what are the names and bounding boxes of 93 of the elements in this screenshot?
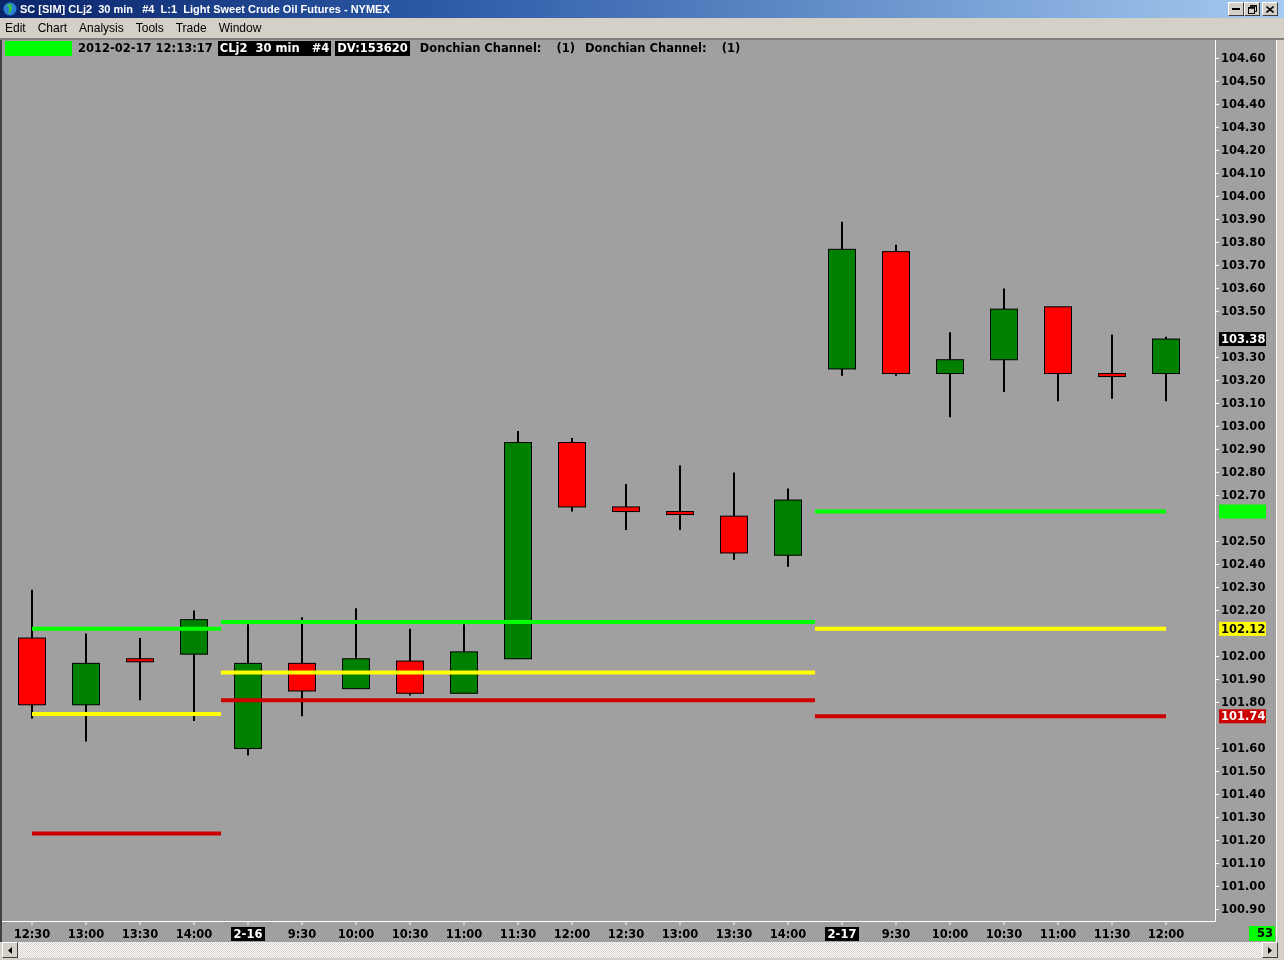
- date-axis-label: 2-17: [825, 927, 859, 941]
- price-axis-label: 104.10: [1221, 166, 1266, 181]
- menu-item[interactable]: Trade: [170, 19, 212, 37]
- timestamp: 2012-02-17 12:13:17: [78, 40, 213, 56]
- time-axis-label: 12:30: [607, 927, 645, 941]
- time-axis-label: 11:00: [1039, 927, 1077, 941]
- right-arrow-icon: [1268, 946, 1272, 954]
- price-axis-label: 104.40: [1221, 97, 1266, 112]
- price-axis-label: 101.10: [1221, 856, 1266, 871]
- minimize-button[interactable]: [1228, 2, 1244, 16]
- time-axis-label: 10:00: [337, 927, 375, 941]
- time-axis-label: 10:30: [985, 927, 1023, 941]
- price-axis-label: 102.70: [1221, 488, 1266, 503]
- time-axis-label: 12:00: [1147, 927, 1185, 941]
- price-axis-label: 102.40: [1221, 557, 1266, 572]
- price-axis-label: 101.60: [1221, 741, 1266, 756]
- up-candle: [1152, 335, 1180, 403]
- time-axis-label: 10:30: [391, 927, 429, 941]
- time-axis-label: 13:30: [121, 927, 159, 941]
- restore-icon: [1247, 4, 1257, 14]
- scroll-left-button[interactable]: [2, 942, 18, 958]
- down-candle: [126, 637, 154, 702]
- minimize-icon: [1232, 8, 1240, 10]
- time-axis-label: 13:30: [715, 927, 753, 941]
- price-axis-label: 104.60: [1221, 51, 1266, 66]
- close-icon: [1266, 5, 1274, 13]
- price-axis-label: 103.80: [1221, 235, 1266, 250]
- price-axis-label: 103.10: [1221, 396, 1266, 411]
- time-axis-label: 13:00: [661, 927, 699, 941]
- price-axis-label: 103.60: [1221, 281, 1266, 296]
- price-axis-label: 102.80: [1221, 465, 1266, 480]
- price-axis-label: 100.90: [1221, 902, 1266, 917]
- down-candle: [1098, 333, 1126, 400]
- price-marker: 102.12: [1219, 621, 1266, 636]
- down-candle: [396, 627, 424, 697]
- status-indicator: [5, 40, 72, 56]
- menu-item[interactable]: Analysis: [74, 19, 129, 37]
- study-name: Donchian Channel:: [585, 40, 707, 56]
- daily-volume: DV:153620: [335, 40, 410, 56]
- price-axis-label: 102.00: [1221, 649, 1266, 664]
- price-axis-label: 103.90: [1221, 212, 1266, 227]
- globe-icon: [3, 2, 17, 16]
- scroll-right-button[interactable]: [1262, 942, 1278, 958]
- window-title: SC [SIM] CLj2 30 min #4 L:1 Light Sweet Crude Oil Futures - NYMEX: [20, 3, 391, 15]
- up-candle: [450, 623, 478, 695]
- price-axis-label: 103.30: [1221, 350, 1266, 365]
- price-axis-label: 102.20: [1221, 603, 1266, 618]
- time-axis-label: 11:30: [1093, 927, 1131, 941]
- left-arrow-icon: [8, 946, 12, 954]
- time-axis-label: 9:30: [881, 927, 911, 941]
- price-marker: 103.38: [1219, 332, 1266, 347]
- time-axis-label: 11:30: [499, 927, 537, 941]
- time-axis-label: 9:30: [287, 927, 317, 941]
- symbol-label: CLj2 30 min #4: [217, 40, 332, 56]
- price-axis-label: 101.00: [1221, 879, 1266, 894]
- price-axis-label: 103.20: [1221, 373, 1266, 388]
- price-axis-label: 101.40: [1221, 787, 1266, 802]
- price-axis-label: 104.20: [1221, 143, 1266, 158]
- price-axis-label: 102.30: [1221, 580, 1266, 595]
- date-axis-label: 2-16: [231, 927, 265, 941]
- price-marker: 101.74: [1219, 709, 1266, 724]
- bar-count: 53: [1249, 926, 1275, 941]
- study-parameter: (1): [721, 40, 741, 56]
- menu-item[interactable]: Tools: [130, 19, 169, 37]
- price-axis-label: 101.80: [1221, 695, 1266, 710]
- price-axis-label: 102.50: [1221, 534, 1266, 549]
- time-axis-label: 14:00: [769, 927, 807, 941]
- menu-item[interactable]: Chart: [32, 19, 73, 37]
- down-candle: [612, 482, 640, 531]
- time-axis-label: 11:00: [445, 927, 483, 941]
- study-name: Donchian Channel:: [419, 40, 542, 56]
- down-candle: [666, 464, 694, 531]
- price-axis-label: 101.20: [1221, 833, 1266, 848]
- menu-item[interactable]: Window: [213, 19, 267, 37]
- price-axis-label: 104.00: [1221, 189, 1266, 204]
- time-axis-label: 14:00: [175, 927, 213, 941]
- price-axis-label: 103.00: [1221, 419, 1266, 434]
- time-axis-label: 12:30: [13, 927, 51, 941]
- price-axis-label: 104.30: [1221, 120, 1266, 135]
- price-axis-label: 103.50: [1221, 304, 1266, 319]
- price-axis-label: 101.90: [1221, 672, 1266, 687]
- close-button[interactable]: [1262, 2, 1278, 16]
- price-axis-label: 103.70: [1221, 258, 1266, 273]
- price-axis-label: 101.50: [1221, 764, 1266, 779]
- price-axis-label: 102.90: [1221, 442, 1266, 457]
- time-axis-label: 13:00: [67, 927, 105, 941]
- time-axis-label: 12:00: [553, 927, 591, 941]
- study-parameter: (1): [556, 40, 575, 56]
- menu-item[interactable]: Edit: [0, 19, 31, 37]
- time-axis-label: 10:00: [931, 927, 969, 941]
- price-axis-label: 101.30: [1221, 810, 1266, 825]
- price-axis-label: 104.50: [1221, 74, 1266, 89]
- restore-button[interactable]: [1244, 2, 1260, 16]
